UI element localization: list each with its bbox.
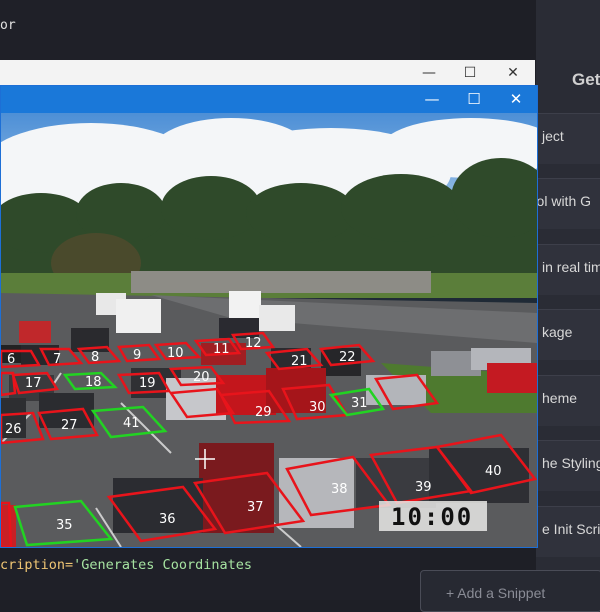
spot-label: 35 bbox=[56, 518, 73, 533]
side-item-control[interactable]: trol with G bbox=[536, 178, 600, 229]
side-item-project[interactable]: ject bbox=[536, 113, 600, 164]
window-titlebar[interactable]: — ☐ ✕ bbox=[1, 86, 537, 113]
spot-label: 27 bbox=[61, 418, 78, 433]
spot-label: 26 bbox=[5, 422, 22, 437]
spot-label: 17 bbox=[25, 376, 42, 391]
spot-label: 7 bbox=[53, 352, 61, 367]
spot-label: 21 bbox=[291, 354, 308, 369]
spot-label: 38 bbox=[331, 482, 348, 497]
spot-label: 12 bbox=[245, 336, 262, 351]
side-item-label: heme bbox=[542, 390, 578, 406]
code-line-description: cription='Generates Coordinates bbox=[0, 557, 252, 573]
spot-label: 29 bbox=[255, 405, 272, 420]
side-panel-title: Get bbox=[572, 70, 600, 89]
parking-video-frame[interactable]: 6 7 8 9 10 11 12 17 18 19 20 21 22 26 27… bbox=[1, 113, 537, 547]
side-item-init-script[interactable]: e Init Script bbox=[536, 506, 600, 557]
spot-label: 6 bbox=[7, 352, 15, 367]
parking-lot-scene: 6 7 8 9 10 11 12 17 18 19 20 21 22 26 27… bbox=[1, 113, 537, 547]
side-item-label: in real tim bbox=[542, 259, 600, 275]
spot-label: 37 bbox=[247, 500, 264, 515]
spot-label: 9 bbox=[133, 348, 141, 363]
spot-label: 11 bbox=[213, 342, 230, 357]
spot-label: 8 bbox=[91, 350, 99, 365]
spot-label: 20 bbox=[193, 370, 210, 385]
spot-label: 22 bbox=[339, 350, 356, 365]
code-string: 'Generates Coordinates bbox=[73, 557, 252, 573]
spot-label: 19 bbox=[139, 376, 156, 391]
side-item-label: he Styling bbox=[542, 455, 600, 471]
back-maximize-button[interactable]: ☐ bbox=[449, 60, 491, 86]
spot-label: 18 bbox=[85, 375, 102, 390]
spot-label: 30 bbox=[309, 400, 326, 415]
spot-label: 39 bbox=[415, 480, 432, 495]
minimize-button[interactable]: — bbox=[411, 86, 453, 113]
back-minimize-button[interactable]: — bbox=[408, 60, 450, 86]
side-item-label: ject bbox=[542, 128, 564, 144]
side-item-styling[interactable]: he Styling bbox=[536, 440, 600, 491]
spot-label: 36 bbox=[159, 512, 176, 527]
back-window[interactable]: y — ☐ ✕ bbox=[0, 60, 535, 87]
side-item-package[interactable]: kage bbox=[536, 309, 600, 360]
side-item-realtime[interactable]: in real tim bbox=[536, 244, 600, 295]
side-item-label: kage bbox=[542, 324, 573, 340]
maximize-button[interactable]: ☐ bbox=[453, 86, 495, 113]
parking-viewer-window[interactable]: — ☐ ✕ 6 7 8 9 10 11 12 17 18 19 20 21 22… bbox=[0, 85, 538, 548]
spot-label: 10 bbox=[167, 346, 184, 361]
spot-label: 41 bbox=[123, 416, 140, 431]
timer-text: 10:00 bbox=[391, 503, 473, 531]
spot-label: 31 bbox=[351, 396, 368, 411]
add-snippet-label: + Add a Snippet bbox=[446, 585, 546, 601]
close-button[interactable]: ✕ bbox=[495, 86, 537, 113]
code-line: or bbox=[0, 18, 16, 33]
side-item-theme[interactable]: heme bbox=[536, 375, 600, 426]
side-item-label: trol with G bbox=[536, 193, 592, 209]
code-identifier: cription= bbox=[0, 557, 74, 573]
side-item-label: e Init Script bbox=[542, 521, 600, 537]
back-close-button[interactable]: ✕ bbox=[492, 60, 534, 86]
spot-label: 40 bbox=[485, 464, 502, 479]
